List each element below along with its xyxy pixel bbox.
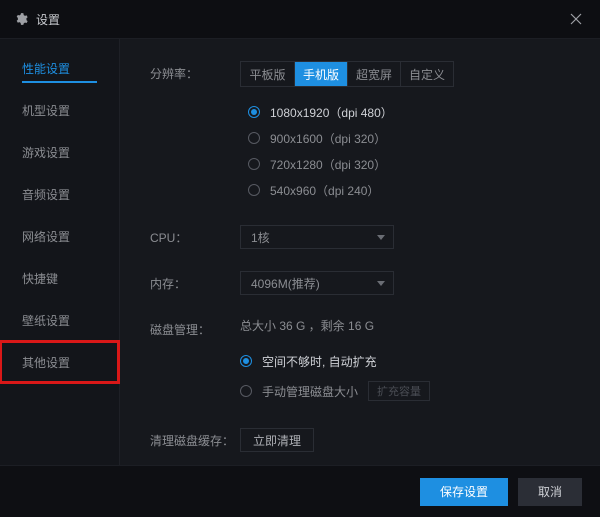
- body: 性能设置 机型设置 游戏设置 音频设置 网络设置 快捷键 壁纸设置 其他设置 分…: [0, 39, 600, 465]
- radio-icon: [240, 355, 252, 367]
- resolution-option-900[interactable]: 900x1600（dpi 320）: [248, 125, 572, 151]
- disk-info: 总大小 36 G ，剩余 16 G: [240, 317, 572, 334]
- cache-label: 清理磁盘缓存：: [150, 428, 240, 449]
- resolution-options: 1080x1920（dpi 480） 900x1600（dpi 320） 720…: [240, 99, 572, 203]
- disk-option-auto[interactable]: 空间不够时, 自动扩充: [240, 346, 572, 376]
- resolution-option-1080[interactable]: 1080x1920（dpi 480）: [248, 99, 572, 125]
- radio-icon: [240, 385, 252, 397]
- radio-icon: [248, 184, 260, 196]
- cancel-button[interactable]: 取消: [518, 478, 582, 506]
- disk-label: 磁盘管理：: [150, 317, 240, 338]
- window-title: 设置: [36, 11, 566, 28]
- cpu-label: CPU：: [150, 225, 240, 246]
- expand-capacity-button[interactable]: 扩充容量: [368, 381, 430, 401]
- sidebar-item-device[interactable]: 机型设置: [0, 89, 119, 131]
- row-cpu: CPU： 1核: [150, 225, 572, 249]
- content: 分辨率： 平板版 手机版 超宽屏 自定义 1080x1920（dpi 480） …: [120, 39, 600, 465]
- sidebar: 性能设置 机型设置 游戏设置 音频设置 网络设置 快捷键 壁纸设置 其他设置: [0, 39, 120, 465]
- mode-ultrawide[interactable]: 超宽屏: [347, 62, 400, 86]
- resolution-mode-tabs: 平板版 手机版 超宽屏 自定义: [240, 61, 454, 87]
- cpu-value: 1核: [251, 229, 270, 246]
- mode-custom[interactable]: 自定义: [400, 62, 453, 86]
- row-disk: 磁盘管理： 总大小 36 G ，剩余 16 G 空间不够时, 自动扩充 手动管理…: [150, 317, 572, 406]
- resolution-option-540[interactable]: 540x960（dpi 240）: [248, 177, 572, 203]
- resolution-option-720[interactable]: 720x1280（dpi 320）: [248, 151, 572, 177]
- disk-option-manual[interactable]: 手动管理磁盘大小 扩充容量: [240, 376, 572, 406]
- memory-select[interactable]: 4096M(推荐): [240, 271, 394, 295]
- clear-cache-button[interactable]: 立即清理: [240, 428, 314, 452]
- save-button[interactable]: 保存设置: [420, 478, 508, 506]
- memory-label: 内存：: [150, 271, 240, 292]
- close-button[interactable]: [566, 9, 586, 29]
- sidebar-item-audio[interactable]: 音频设置: [0, 173, 119, 215]
- row-memory: 内存： 4096M(推荐): [150, 271, 572, 295]
- gear-icon: [14, 12, 28, 26]
- radio-icon: [248, 106, 260, 118]
- disk-options: 空间不够时, 自动扩充 手动管理磁盘大小 扩充容量: [240, 346, 572, 406]
- memory-value: 4096M(推荐): [251, 275, 320, 292]
- cpu-select[interactable]: 1核: [240, 225, 394, 249]
- sidebar-item-shortcut[interactable]: 快捷键: [0, 257, 119, 299]
- row-cache: 清理磁盘缓存： 立即清理: [150, 428, 572, 452]
- sidebar-item-game[interactable]: 游戏设置: [0, 131, 119, 173]
- mode-tablet[interactable]: 平板版: [241, 62, 294, 86]
- sidebar-item-other[interactable]: 其他设置: [0, 341, 119, 383]
- settings-window: 设置 性能设置 机型设置 游戏设置 音频设置 网络设置 快捷键 壁纸设置 其他设…: [0, 0, 600, 517]
- sidebar-item-network[interactable]: 网络设置: [0, 215, 119, 257]
- row-resolution: 分辨率： 平板版 手机版 超宽屏 自定义 1080x1920（dpi 480） …: [150, 61, 572, 203]
- chevron-down-icon: [377, 281, 385, 286]
- radio-icon: [248, 158, 260, 170]
- titlebar: 设置: [0, 0, 600, 39]
- resolution-label: 分辨率：: [150, 61, 240, 82]
- sidebar-item-performance[interactable]: 性能设置: [0, 47, 119, 89]
- chevron-down-icon: [377, 235, 385, 240]
- mode-phone[interactable]: 手机版: [294, 62, 347, 86]
- footer: 保存设置 取消: [0, 465, 600, 517]
- sidebar-item-wallpaper[interactable]: 壁纸设置: [0, 299, 119, 341]
- radio-icon: [248, 132, 260, 144]
